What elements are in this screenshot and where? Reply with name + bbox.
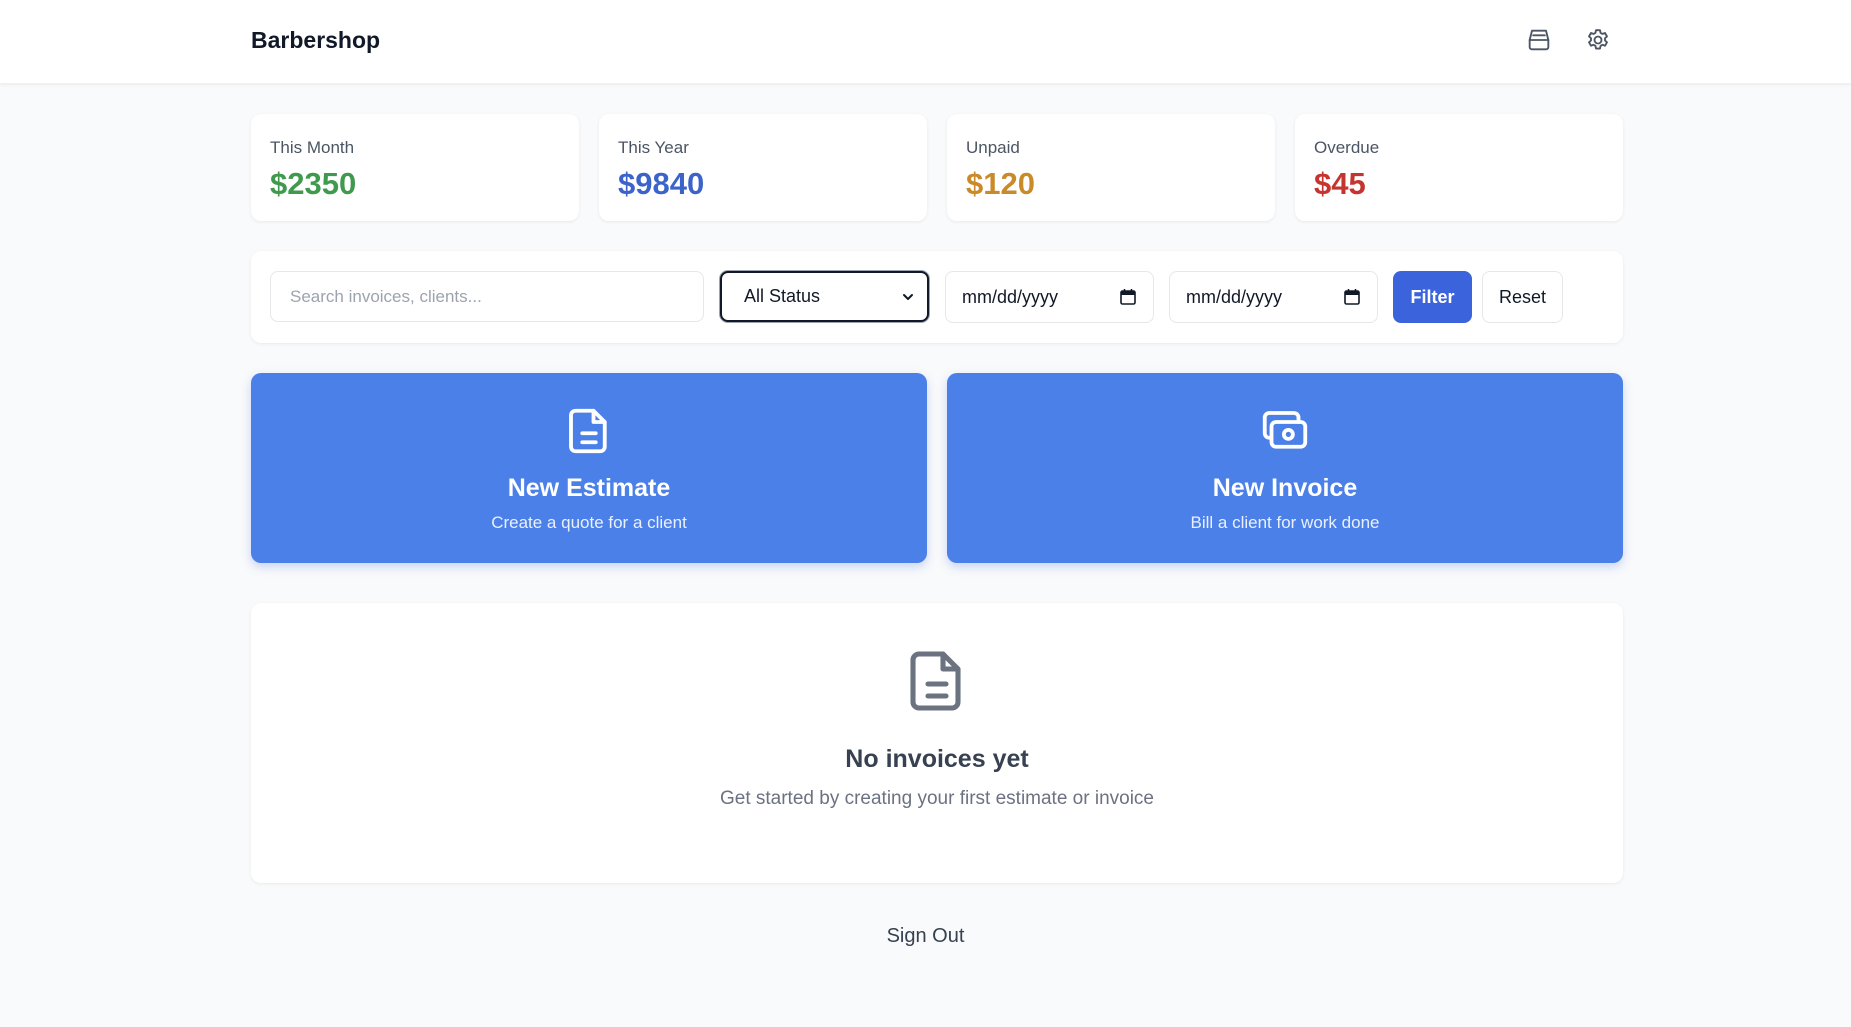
invoices-empty-state: No invoices yet Get started by creating … (251, 603, 1623, 883)
stat-card-this-month: This Month $2350 (251, 114, 579, 221)
reset-button[interactable]: Reset (1482, 271, 1563, 323)
new-estimate-subtitle: Create a quote for a client (491, 513, 687, 532)
stat-card-overdue: Overdue $45 (1295, 114, 1623, 221)
inbox-icon (1528, 29, 1550, 51)
gear-icon (1588, 29, 1608, 50)
brand-title: Barbershop (251, 27, 381, 53)
sign-out-link[interactable]: Sign Out (0, 925, 1851, 948)
new-estimate-title: New Estimate (507, 474, 671, 502)
empty-state-subtitle: Get started by creating your first estim… (719, 788, 1154, 809)
chevron-down-icon (903, 293, 913, 300)
settings-button[interactable] (1580, 22, 1616, 58)
stat-card-unpaid: Unpaid $120 (947, 114, 1275, 221)
inbox-button[interactable] (1521, 22, 1557, 58)
new-invoice-card[interactable]: New Invoice Bill a client for work done (947, 373, 1623, 563)
filter-button[interactable]: Filter (1393, 271, 1472, 323)
empty-state-title: No invoices yet (845, 745, 1029, 773)
calendar-icon[interactable] (1119, 288, 1137, 306)
date-to-input[interactable]: mm/dd/yyyy (1169, 271, 1378, 323)
new-invoice-title: New Invoice (1212, 474, 1358, 502)
date-from-placeholder: mm/dd/yyyy (962, 286, 1059, 307)
new-estimate-card[interactable]: New Estimate Create a quote for a client (251, 373, 927, 563)
filter-bar: All Status mm/dd/yyyy mm/dd/yyyy Filter … (251, 251, 1623, 343)
stat-label: Unpaid (966, 138, 1020, 157)
top-bar: Barbershop (0, 0, 1851, 84)
stat-value: $9840 (618, 166, 705, 201)
stat-label: This Year (618, 138, 689, 157)
stat-value: $45 (1314, 166, 1366, 201)
stat-card-this-year: This Year $9840 (599, 114, 927, 221)
calendar-icon[interactable] (1343, 288, 1361, 306)
new-invoice-subtitle: Bill a client for work done (1190, 513, 1380, 532)
stat-label: This Month (270, 138, 355, 157)
stat-value: $120 (966, 166, 1035, 201)
stat-value: $2350 (270, 166, 357, 201)
status-select-value: All Status (744, 286, 821, 306)
status-select[interactable]: All Status (720, 271, 929, 322)
date-to-placeholder: mm/dd/yyyy (1186, 286, 1283, 307)
search-input[interactable] (270, 271, 704, 322)
stat-label: Overdue (1314, 138, 1380, 157)
document-icon (569, 408, 607, 454)
date-from-input[interactable]: mm/dd/yyyy (945, 271, 1154, 323)
cash-icon (1262, 411, 1308, 449)
document-icon (910, 651, 961, 711)
